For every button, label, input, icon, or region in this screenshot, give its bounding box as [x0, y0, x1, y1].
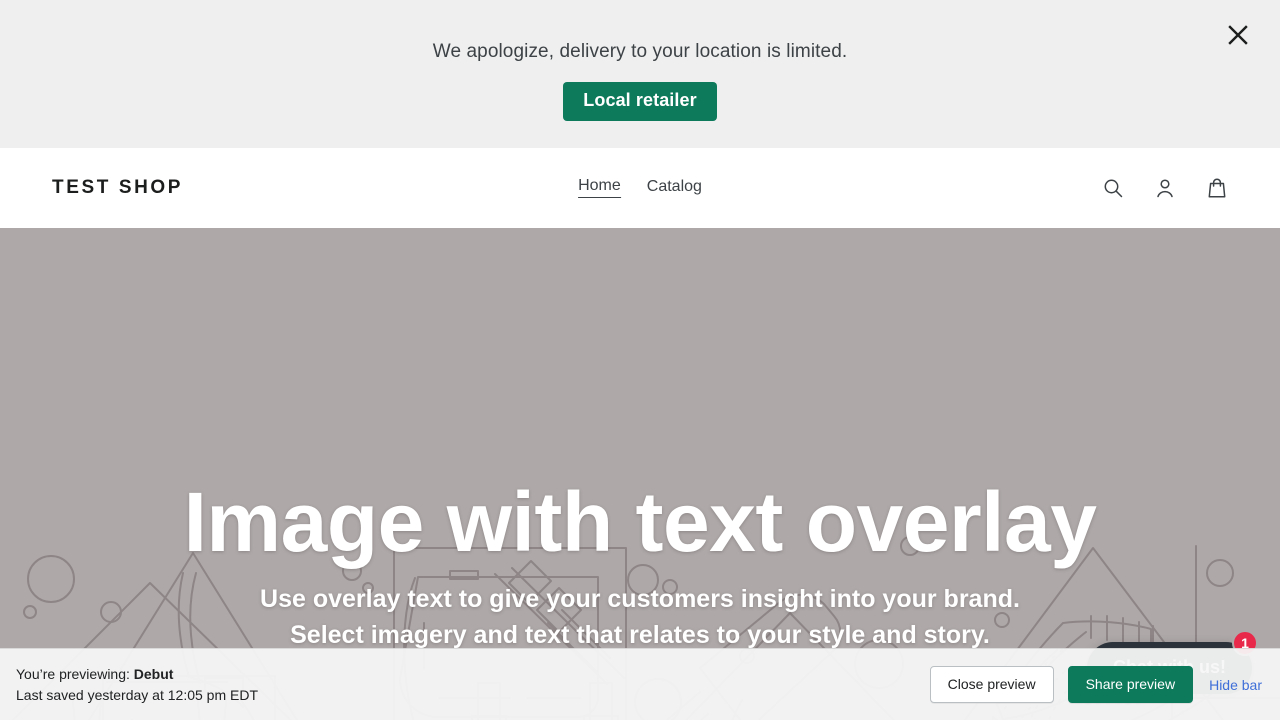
last-saved-line: Last saved yesterday at 12:05 pm EDT [16, 686, 259, 703]
account-button[interactable] [1150, 173, 1180, 203]
close-icon [1227, 24, 1249, 46]
header-icon-group [1098, 173, 1232, 203]
local-retailer-button[interactable]: Local retailer [563, 81, 717, 122]
search-icon [1102, 177, 1124, 199]
store-header: TEST SHOP Home Catalog [0, 148, 1280, 228]
hero-title: Image with text overlay [183, 475, 1097, 569]
main-navigation: Home Catalog [578, 177, 702, 198]
previewing-prefix: You’re previewing: [16, 666, 134, 683]
shipping-banner-message: We apologize, delivery to your location … [432, 41, 848, 62]
nav-item-home[interactable]: Home [578, 177, 621, 198]
theme-preview-bar: You’re previewing: Debut Last saved yest… [0, 648, 1280, 720]
search-button[interactable] [1098, 173, 1128, 203]
cart-icon [1206, 177, 1228, 199]
theme-name: Debut [133, 666, 174, 683]
hero-image-with-text-overlay: Image with text overlay Use overlay text… [0, 228, 1280, 720]
account-icon [1154, 177, 1176, 199]
close-preview-button[interactable]: Close preview [929, 666, 1054, 703]
shipping-restriction-banner: We apologize, delivery to your location … [0, 0, 1280, 148]
cart-button[interactable] [1202, 173, 1232, 203]
preview-actions: Close preview Share preview Hide bar [929, 666, 1264, 703]
share-preview-button[interactable]: Share preview [1067, 666, 1194, 703]
preview-info: You’re previewing: Debut Last saved yest… [16, 664, 258, 705]
hero-text-block: Image with text overlay Use overlay text… [0, 480, 1280, 653]
storefront-preview-page: We apologize, delivery to your location … [0, 0, 1280, 720]
hide-bar-link[interactable]: Hide bar [1207, 673, 1264, 697]
store-logo[interactable]: TEST SHOP [52, 177, 183, 199]
hero-subtitle: Use overlay text to give your customers … [260, 585, 1020, 649]
nav-item-catalog[interactable]: Catalog [647, 178, 702, 198]
banner-close-button[interactable] [1222, 19, 1254, 51]
previewing-theme-line: You’re previewing: Debut [16, 664, 258, 684]
